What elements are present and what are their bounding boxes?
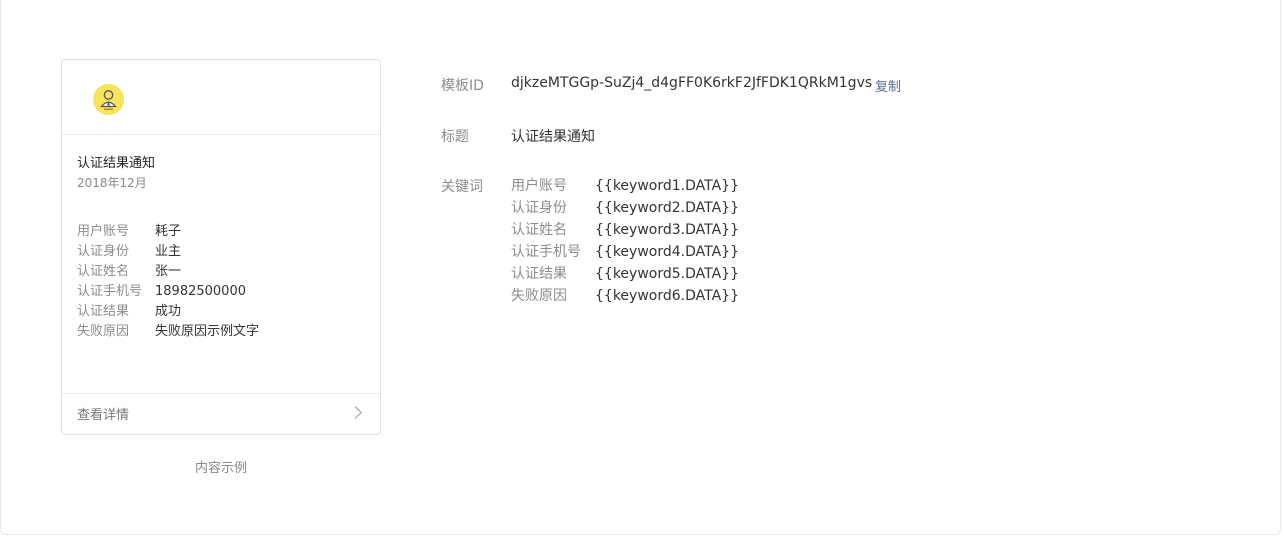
field-value: 失败原因示例文字 xyxy=(155,324,260,339)
keyword-name: 失败原因 xyxy=(511,288,567,304)
person-avatar-icon xyxy=(93,84,124,115)
copy-button[interactable]: 复制 xyxy=(875,76,901,95)
card-title: 认证结果通知 xyxy=(77,156,156,171)
field-label: 认证姓名 xyxy=(77,264,130,279)
keyword-placeholder: {{keyword4.DATA}} xyxy=(595,244,739,260)
keyword-row: 用户账号 {{keyword1.DATA}} xyxy=(511,175,739,197)
view-details-link[interactable]: 查看详情 xyxy=(62,393,380,434)
keyword-row: 认证姓名 {{keyword3.DATA}} xyxy=(511,219,739,241)
card-date: 2018年12月 xyxy=(77,176,147,190)
card-header xyxy=(62,60,380,135)
template-id-value: djkzeMTGGp-SuZj4_d4gFF0K6rkF2JfFDK1QRkM1… xyxy=(511,75,873,91)
field-label: 认证结果 xyxy=(77,304,130,319)
keyword-row: 失败原因 {{keyword6.DATA}} xyxy=(511,285,739,307)
keyword-placeholder: {{keyword2.DATA}} xyxy=(595,200,739,216)
keyword-name: 用户账号 xyxy=(511,178,567,194)
sample-caption: 内容示例 xyxy=(194,461,247,476)
field-label: 用户账号 xyxy=(77,224,130,239)
keyword-name: 认证身份 xyxy=(511,200,567,216)
template-preview-card: 认证结果通知 2018年12月 用户账号 耗子 认证身份 业主 认证姓名 张一 … xyxy=(61,59,381,435)
template-id-label: 模板ID xyxy=(441,78,484,94)
keyword-row: 认证手机号 {{keyword4.DATA}} xyxy=(511,241,739,263)
field-label: 认证手机号 xyxy=(77,284,143,299)
field-label: 认证身份 xyxy=(77,244,130,259)
field-value: 18982500000 xyxy=(155,284,246,299)
field-row: 认证身份 业主 xyxy=(77,242,259,262)
field-row: 认证姓名 张一 xyxy=(77,262,259,282)
title-label: 标题 xyxy=(441,129,469,145)
view-details-label: 查看详情 xyxy=(77,408,130,423)
keywords-label: 关键词 xyxy=(441,179,483,195)
keyword-placeholder: {{keyword3.DATA}} xyxy=(595,222,739,238)
keyword-row: 认证身份 {{keyword2.DATA}} xyxy=(511,197,739,219)
field-list: 用户账号 耗子 认证身份 业主 认证姓名 张一 认证手机号 1898250000… xyxy=(77,222,259,342)
keyword-placeholder: {{keyword6.DATA}} xyxy=(595,288,739,304)
keyword-name: 认证结果 xyxy=(511,266,567,282)
keyword-list: 用户账号 {{keyword1.DATA}} 认证身份 {{keyword2.D… xyxy=(511,175,739,307)
keyword-name: 认证姓名 xyxy=(511,222,567,238)
field-value: 张一 xyxy=(155,264,182,279)
chevron-right-icon xyxy=(349,406,362,419)
keyword-placeholder: {{keyword1.DATA}} xyxy=(595,178,739,194)
field-value: 成功 xyxy=(155,304,182,319)
field-label: 失败原因 xyxy=(77,324,130,339)
field-value: 业主 xyxy=(155,244,182,259)
keyword-name: 认证手机号 xyxy=(511,244,581,260)
field-row: 认证手机号 18982500000 xyxy=(77,282,259,302)
keyword-row: 认证结果 {{keyword5.DATA}} xyxy=(511,263,739,285)
field-row: 失败原因 失败原因示例文字 xyxy=(77,322,259,342)
keyword-placeholder: {{keyword5.DATA}} xyxy=(595,266,739,282)
title-value: 认证结果通知 xyxy=(511,129,595,145)
field-value: 耗子 xyxy=(155,224,182,239)
field-row: 用户账号 耗子 xyxy=(77,222,259,242)
field-row: 认证结果 成功 xyxy=(77,302,259,322)
